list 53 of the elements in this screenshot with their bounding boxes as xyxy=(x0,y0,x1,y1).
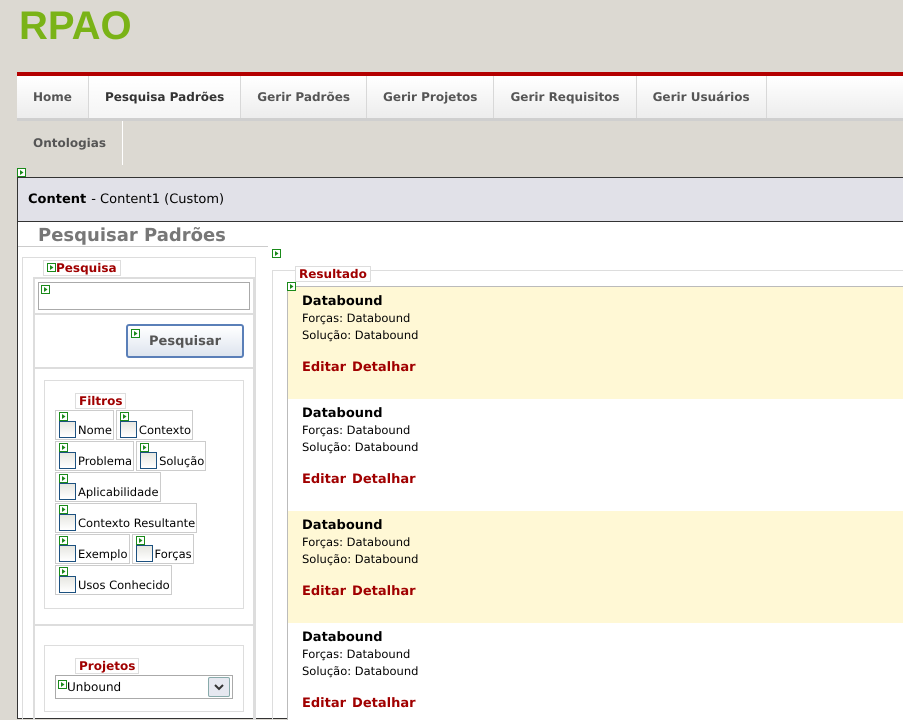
search-field[interactable] xyxy=(38,282,250,310)
marker-icon xyxy=(59,567,68,576)
logo: RPAO xyxy=(18,3,133,50)
result-forces: Forças: Databound xyxy=(302,422,412,439)
result-forces: Forças: Databound xyxy=(302,646,412,663)
dropdown-icon[interactable] xyxy=(208,677,230,697)
marker-icon xyxy=(59,505,68,514)
action-link[interactable]: Detalhar xyxy=(352,695,416,712)
search-button[interactable]: Pesquisar xyxy=(126,324,244,358)
nav-tab[interactable]: Pesquisa Padrões xyxy=(88,76,242,118)
nav-tab[interactable]: Ontologias xyxy=(17,121,124,165)
action-link[interactable]: Detalhar xyxy=(352,359,416,376)
result-title: Databound xyxy=(302,629,384,646)
legend-label: Filtros xyxy=(75,393,126,409)
marker-icon xyxy=(58,680,67,689)
action-link[interactable]: Editar xyxy=(302,695,346,712)
result-solution: Solução: Databound xyxy=(302,439,420,456)
result-forces: Forças: Databound xyxy=(302,310,412,327)
nav-tab[interactable]: Gerir Requisitos xyxy=(494,76,637,118)
result-forces: Forças: Databound xyxy=(302,534,412,551)
content-title: Content xyxy=(28,192,86,207)
marker-icon xyxy=(59,443,68,452)
action-link[interactable]: Editar xyxy=(302,583,346,600)
result-solution: Solução: Databound xyxy=(302,327,420,344)
project-select[interactable]: Unbound xyxy=(55,675,233,699)
marker-icon xyxy=(47,263,56,272)
marker-icon xyxy=(272,249,281,258)
content-subtitle: - Content1 (Custom) xyxy=(91,192,224,207)
nav-tab[interactable]: Gerir Usuários xyxy=(636,76,767,118)
nav-tab[interactable]: Gerir Padrões xyxy=(241,76,367,118)
marker-icon xyxy=(59,536,68,545)
marker-icon xyxy=(136,536,145,545)
marker-icon xyxy=(59,474,68,483)
action-link[interactable]: Detalhar xyxy=(352,583,416,600)
action-link[interactable]: Editar xyxy=(302,359,346,376)
nav-tab[interactable]: Gerir Projetos xyxy=(367,76,494,118)
marker-icon xyxy=(59,412,68,421)
marker-icon xyxy=(131,329,140,338)
legend-label: Projetos xyxy=(75,658,140,674)
result-title: Databound xyxy=(302,517,384,534)
action-link[interactable]: Detalhar xyxy=(352,471,416,488)
result-solution: Solução: Databound xyxy=(302,663,420,680)
marker-icon xyxy=(120,412,129,421)
marker-icon xyxy=(41,285,50,294)
marker-icon xyxy=(287,282,296,291)
result-title: Databound xyxy=(302,293,384,310)
result-solution: Solução: Databound xyxy=(302,551,420,568)
legend-label: Pesquisa xyxy=(56,260,117,274)
result-title: Databound xyxy=(302,405,384,422)
page-title: Pesquisar Padrões xyxy=(18,222,268,247)
marker-icon xyxy=(140,443,150,452)
legend-label: Resultado xyxy=(295,266,371,282)
action-link[interactable]: Editar xyxy=(302,471,346,488)
